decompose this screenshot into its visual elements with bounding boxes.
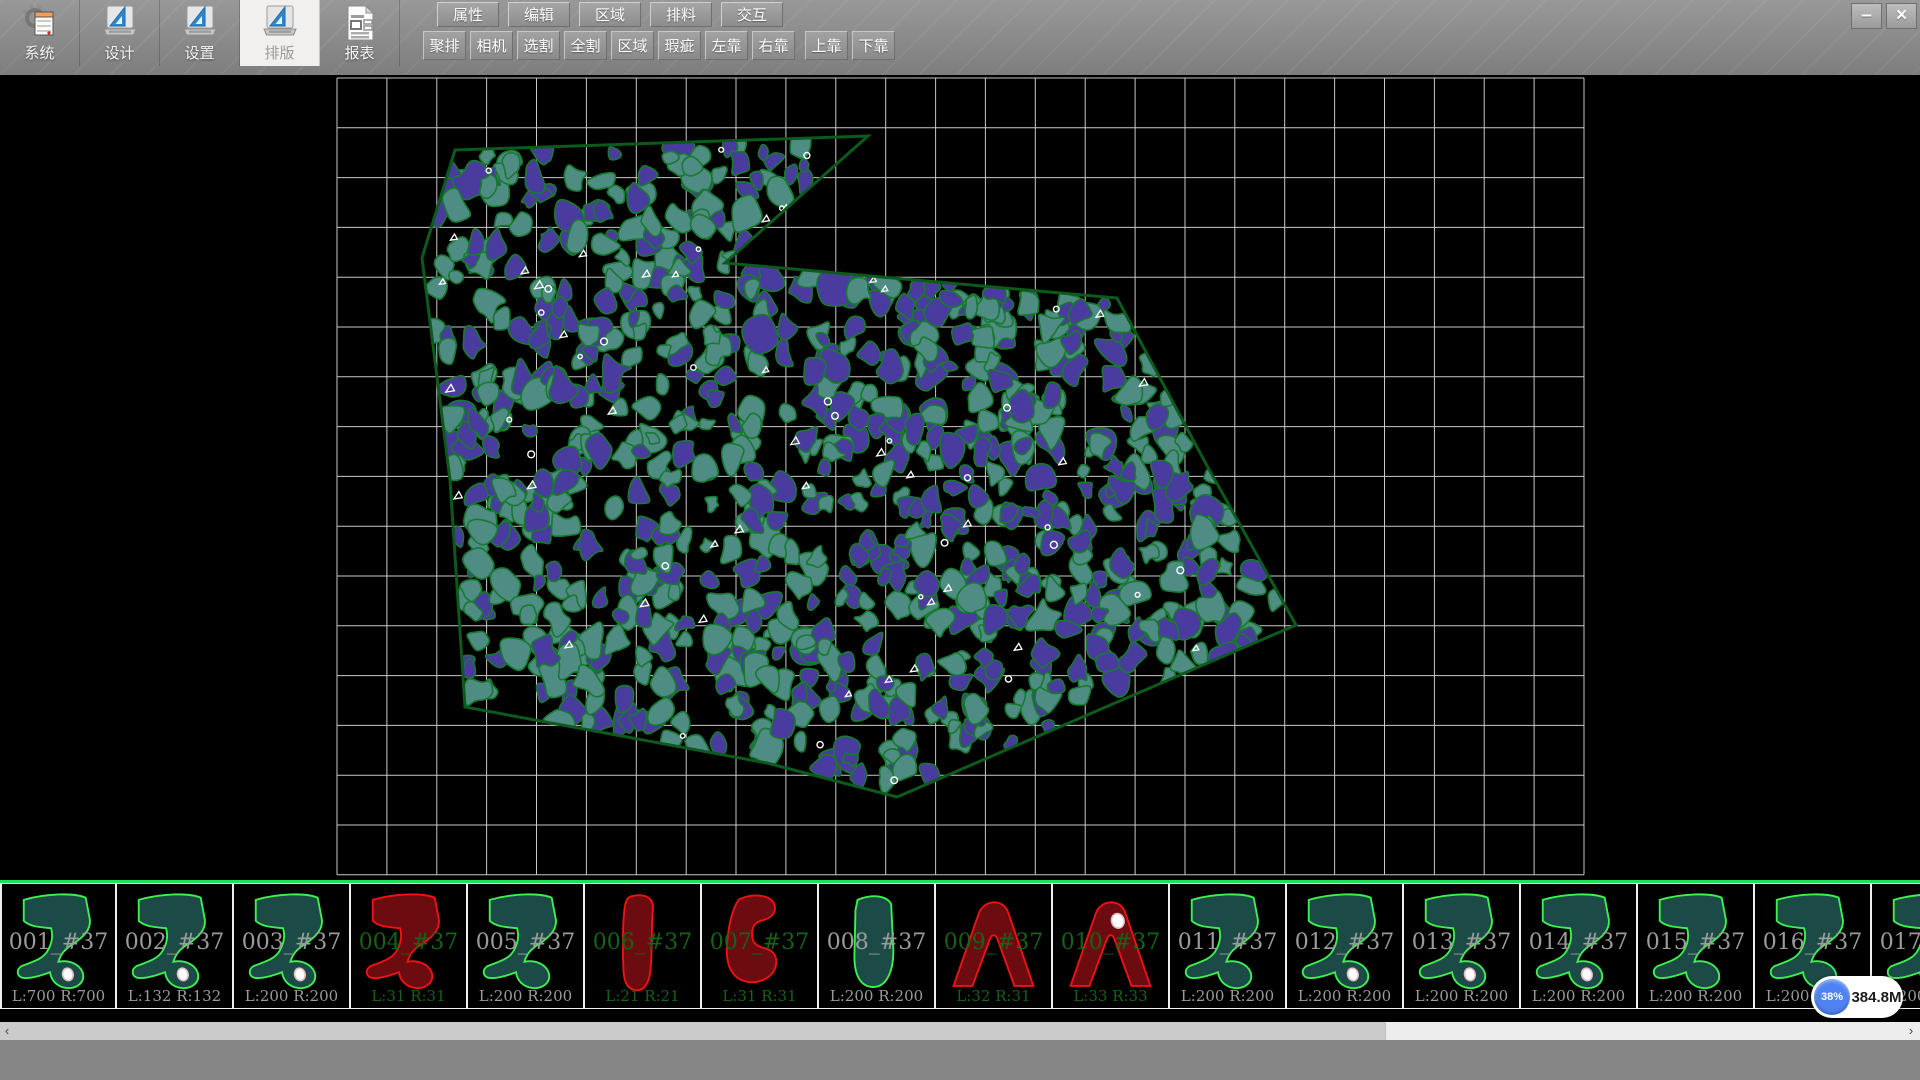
main-tab-system[interactable]: 系统 <box>0 0 80 66</box>
part-thumbnail-003_#37[interactable]: 003_#37 L:200 R:200 <box>234 884 351 1008</box>
main-tab-label: 排版 <box>264 44 294 64</box>
part-id: 008_#37 <box>819 930 934 955</box>
part-thumbnail-015_#37[interactable]: 015_#37 L:200 R:200 <box>1638 884 1755 1008</box>
tool-button-6[interactable]: 瑕疵 <box>658 31 701 60</box>
menu-item-2[interactable]: 编辑 <box>508 2 570 27</box>
window-controls: – × <box>1851 3 1917 29</box>
part-id: 016_#37 <box>1755 930 1870 955</box>
part-quantities: L:200 R:200 <box>234 987 349 1005</box>
percent-indicator: 38% <box>1814 979 1850 1015</box>
part-id: 011_#37 <box>1170 930 1285 955</box>
part-quantities: L:200 R:200 <box>1287 987 1402 1005</box>
part-quantities: L:32 R:31 <box>936 987 1051 1005</box>
part-id: 012_#37 <box>1287 930 1402 955</box>
part-quantities: L:33 R:33 <box>1053 987 1168 1005</box>
main-tab-design[interactable]: 设计 <box>80 0 160 66</box>
part-quantities: L:200 R:200 <box>1521 987 1636 1005</box>
report-icon <box>340 2 380 44</box>
main-tab-label: 设计 <box>104 44 134 64</box>
scroll-right-arrow-icon[interactable]: › <box>1904 1022 1918 1040</box>
tool-button-2[interactable]: 相机 <box>470 31 513 60</box>
layout-icon <box>260 2 300 44</box>
menu-item-4[interactable]: 排料 <box>650 2 712 27</box>
part-id: 010_#37 <box>1053 930 1168 955</box>
part-thumbnail-014_#37[interactable]: 014_#37 L:200 R:200 <box>1521 884 1638 1008</box>
part-quantities: L:200 R:200 <box>1638 987 1753 1005</box>
application-window: 系统设计设置排版报表 属性编辑区域排料交互 聚排相机选割全割区域瑕疵左靠右靠上靠… <box>0 0 1920 1080</box>
menu-item-5[interactable]: 交互 <box>721 2 783 27</box>
part-id: 002_#37 <box>117 930 232 955</box>
part-thumbnail-013_#37[interactable]: 013_#37 L:200 R:200 <box>1404 884 1521 1008</box>
part-id: 007_#37 <box>702 930 817 955</box>
scroll-left-arrow-icon[interactable]: ‹ <box>0 1022 14 1040</box>
menu-item-3[interactable]: 区域 <box>579 2 641 27</box>
part-id: 017_#37 <box>1872 930 1920 955</box>
part-quantities: L:132 R:132 <box>117 987 232 1005</box>
main-tab-label: 系统 <box>24 44 54 64</box>
strip-divider <box>0 880 1920 883</box>
nest-canvas[interactable] <box>0 75 1920 880</box>
part-id: 015_#37 <box>1638 930 1753 955</box>
part-id: 005_#37 <box>468 930 583 955</box>
main-tab-label: 报表 <box>344 44 374 64</box>
part-thumbnail-010_#37[interactable]: 010_#37 L:33 R:33 <box>1053 884 1170 1008</box>
part-id: 004_#37 <box>351 930 466 955</box>
system-icon <box>20 2 60 44</box>
scrollbar-thumb[interactable] <box>14 1022 1386 1040</box>
part-thumbnail-006_#37[interactable]: 006_#37 L:21 R:21 <box>585 884 702 1008</box>
parts-scrollbar[interactable]: ‹ › <box>0 1022 1920 1040</box>
part-thumbnail-001_#37[interactable]: 001_#37 L:700 R:700 <box>0 884 117 1008</box>
part-quantities: L:21 R:21 <box>585 987 700 1005</box>
settings-icon <box>180 2 220 44</box>
part-thumbnail-005_#37[interactable]: 005_#37 L:200 R:200 <box>468 884 585 1008</box>
tool-button-3[interactable]: 选割 <box>517 31 560 60</box>
part-thumbnail-012_#37[interactable]: 012_#37 L:200 R:200 <box>1287 884 1404 1008</box>
toolbar: 系统设计设置排版报表 属性编辑区域排料交互 聚排相机选割全割区域瑕疵左靠右靠上靠… <box>0 0 1920 75</box>
close-button[interactable]: × <box>1886 3 1917 29</box>
parts-strip: 001_#37L:700 R:700002_#37L:132 R:132003_… <box>0 884 1920 1009</box>
part-thumbnail-009_#37[interactable]: 009_#37 L:32 R:31 <box>936 884 1053 1008</box>
part-quantities: L:200 R:200 <box>1404 987 1519 1005</box>
menu-bar: 属性编辑区域排料交互 <box>437 2 783 27</box>
tool-button-10[interactable]: 下靠 <box>852 31 895 60</box>
main-tab-bar: 系统 设计 设置 排版 报表 <box>0 0 400 66</box>
nest-drawing <box>0 75 1920 880</box>
part-id: 013_#37 <box>1404 930 1519 955</box>
main-tab-settings[interactable]: 设置 <box>160 0 240 66</box>
memory-value: 384.8M <box>1850 989 1903 1006</box>
minimize-button[interactable]: – <box>1851 3 1882 29</box>
part-quantities: L:700 R:700 <box>2 987 115 1005</box>
part-quantities: L:200 R:200 <box>468 987 583 1005</box>
strip-gap <box>0 1009 1920 1022</box>
main-tab-label: 设置 <box>184 44 214 64</box>
part-quantities: L:200 R:200 <box>1170 987 1285 1005</box>
memory-badge[interactable]: 38% 384.8M <box>1811 976 1903 1018</box>
tool-button-8[interactable]: 右靠 <box>752 31 795 60</box>
design-icon <box>100 2 140 44</box>
part-quantities: L:200 R:200 <box>819 987 934 1005</box>
part-thumbnail-008_#37[interactable]: 008_#37 L:200 R:200 <box>819 884 936 1008</box>
tool-bar: 聚排相机选割全割区域瑕疵左靠右靠上靠下靠 <box>423 31 895 60</box>
part-id: 009_#37 <box>936 930 1051 955</box>
part-quantities: L:31 R:31 <box>351 987 466 1005</box>
tool-button-5[interactable]: 区域 <box>611 31 654 60</box>
part-id: 001_#37 <box>2 930 115 955</box>
part-thumbnail-002_#37[interactable]: 002_#37 L:132 R:132 <box>117 884 234 1008</box>
part-id: 014_#37 <box>1521 930 1636 955</box>
part-id: 006_#37 <box>585 930 700 955</box>
part-id: 003_#37 <box>234 930 349 955</box>
tool-button-1[interactable]: 聚排 <box>423 31 466 60</box>
tool-button-9[interactable]: 上靠 <box>805 31 848 60</box>
part-thumbnail-011_#37[interactable]: 011_#37 L:200 R:200 <box>1170 884 1287 1008</box>
part-thumbnail-004_#37[interactable]: 004_#37 L:31 R:31 <box>351 884 468 1008</box>
status-bar <box>0 1040 1920 1080</box>
menu-item-1[interactable]: 属性 <box>437 2 499 27</box>
tool-button-7[interactable]: 左靠 <box>705 31 748 60</box>
main-tab-layout[interactable]: 排版 <box>240 0 320 66</box>
part-quantities: L:31 R:31 <box>702 987 817 1005</box>
main-tab-report[interactable]: 报表 <box>320 0 400 66</box>
part-thumbnail-007_#37[interactable]: 007_#37 L:31 R:31 <box>702 884 819 1008</box>
tool-button-4[interactable]: 全割 <box>564 31 607 60</box>
